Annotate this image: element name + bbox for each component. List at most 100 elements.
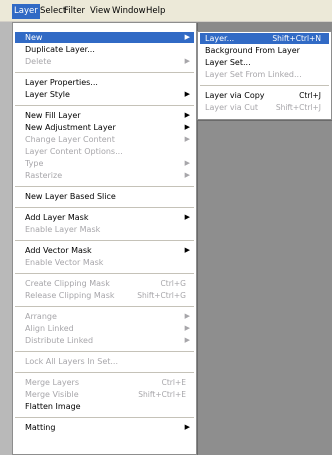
menu-item-new-fill-layer[interactable]: New Fill Layer ▶ xyxy=(15,110,194,121)
layer-menu: New ▶ Duplicate Layer... Delete ▶ Layer … xyxy=(12,22,197,455)
left-toolbar-strip xyxy=(0,22,12,455)
menu-layer[interactable]: Layer xyxy=(12,4,40,19)
menu-item-label: Create Clipping Mask xyxy=(25,279,110,288)
menu-separator xyxy=(15,351,194,352)
menu-item-matting[interactable]: Matting ▶ xyxy=(15,422,194,433)
menu-item-label: Align Linked xyxy=(25,324,74,333)
menu-item-change-layer-content[interactable]: Change Layer Content ▶ xyxy=(15,134,194,145)
shortcut-label: Ctrl+G xyxy=(160,279,186,288)
submenu-arrow-icon: ▶ xyxy=(184,312,190,320)
menu-item-label: Flatten Image xyxy=(25,402,81,411)
menu-item-flatten-image[interactable]: Flatten Image xyxy=(15,401,194,412)
menu-item-type[interactable]: Type ▶ xyxy=(15,158,194,169)
shortcut-label: Shift+Ctrl+N xyxy=(272,34,321,43)
submenu-arrow-icon: ▶ xyxy=(184,33,190,41)
menu-item-add-vector-mask[interactable]: Add Vector Mask ▶ xyxy=(15,245,194,256)
menu-item-release-clipping-mask[interactable]: Release Clipping Mask Shift+Ctrl+G xyxy=(15,290,194,301)
submenu-arrow-icon: ▶ xyxy=(184,336,190,344)
menu-item-arrange[interactable]: Arrange ▶ xyxy=(15,311,194,322)
menu-item-add-layer-mask[interactable]: Add Layer Mask ▶ xyxy=(15,212,194,223)
menu-item-label: Distribute Linked xyxy=(25,336,94,345)
menu-separator xyxy=(15,306,194,307)
menu-item-label: Lock All Layers In Set... xyxy=(25,357,118,366)
menu-item-duplicate-layer[interactable]: Duplicate Layer... xyxy=(15,44,194,55)
menu-select[interactable]: Select xyxy=(40,4,66,19)
menu-item-new[interactable]: New ▶ xyxy=(15,32,194,43)
menu-item-label: Add Vector Mask xyxy=(25,246,92,255)
menu-separator xyxy=(15,186,194,187)
menu-item-label: Layer Set... xyxy=(205,58,251,67)
menu-item-label: Background From Layer xyxy=(205,46,300,55)
menu-item-enable-layer-mask[interactable]: Enable Layer Mask xyxy=(15,224,194,235)
shortcut-label: Ctrl+E xyxy=(161,378,186,387)
new-submenu: Layer... Shift+Ctrl+N Background From La… xyxy=(197,31,332,120)
menu-item-new-layer-based-slice[interactable]: New Layer Based Slice xyxy=(15,191,194,202)
menu-item-label: Layer via Cut xyxy=(205,103,259,112)
menu-filter[interactable]: Filter xyxy=(64,4,85,19)
submenu-arrow-icon: ▶ xyxy=(184,111,190,119)
menu-bar: Layer Select Filter View Window Help xyxy=(0,0,332,22)
submenu-item-layer-via-cut[interactable]: Layer via Cut Shift+Ctrl+J xyxy=(200,102,329,113)
menu-item-delete[interactable]: Delete ▶ xyxy=(15,56,194,67)
menu-window[interactable]: Window xyxy=(112,4,146,19)
menu-item-layer-style[interactable]: Layer Style ▶ xyxy=(15,89,194,100)
workspace-background xyxy=(198,120,332,455)
menu-item-rasterize[interactable]: Rasterize ▶ xyxy=(15,170,194,181)
menu-item-distribute-linked[interactable]: Distribute Linked ▶ xyxy=(15,335,194,346)
menu-item-label: Layer Set From Linked... xyxy=(205,70,302,79)
menu-item-layer-properties[interactable]: Layer Properties... xyxy=(15,77,194,88)
submenu-arrow-icon: ▶ xyxy=(184,213,190,221)
menu-separator xyxy=(15,105,194,106)
menu-item-label: New xyxy=(25,33,43,42)
menu-item-merge-visible[interactable]: Merge Visible Shift+Ctrl+E xyxy=(15,389,194,400)
menu-separator xyxy=(15,72,194,73)
menu-item-lock-all-layers[interactable]: Lock All Layers In Set... xyxy=(15,356,194,367)
submenu-arrow-icon: ▶ xyxy=(184,423,190,431)
menu-item-label: Delete xyxy=(25,57,52,66)
submenu-arrow-icon: ▶ xyxy=(184,171,190,179)
submenu-arrow-icon: ▶ xyxy=(184,90,190,98)
menu-item-label: Matting xyxy=(25,423,56,432)
menu-separator xyxy=(15,207,194,208)
submenu-arrow-icon: ▶ xyxy=(184,246,190,254)
submenu-item-layer-set-from-linked[interactable]: Layer Set From Linked... xyxy=(200,69,329,80)
menu-separator xyxy=(15,273,194,274)
menu-item-label: Rasterize xyxy=(25,171,63,180)
menu-item-enable-vector-mask[interactable]: Enable Vector Mask xyxy=(15,257,194,268)
menu-item-label: Enable Layer Mask xyxy=(25,225,101,234)
submenu-item-background-from-layer[interactable]: Background From Layer xyxy=(200,45,329,56)
menu-item-label: New Adjustment Layer xyxy=(25,123,116,132)
menu-item-align-linked[interactable]: Align Linked ▶ xyxy=(15,323,194,334)
menu-item-label: Release Clipping Mask xyxy=(25,291,115,300)
submenu-arrow-icon: ▶ xyxy=(184,123,190,131)
menu-item-label: Layer... xyxy=(205,34,235,43)
menu-item-label: Type xyxy=(25,159,44,168)
submenu-item-layer-set[interactable]: Layer Set... xyxy=(200,57,329,68)
menu-item-create-clipping-mask[interactable]: Create Clipping Mask Ctrl+G xyxy=(15,278,194,289)
menu-item-label: Layer Content Options... xyxy=(25,147,123,156)
menu-item-label: Merge Layers xyxy=(25,378,79,387)
shortcut-label: Ctrl+J xyxy=(299,91,321,100)
menu-view[interactable]: View xyxy=(90,4,110,19)
menu-item-new-adjustment-layer[interactable]: New Adjustment Layer ▶ xyxy=(15,122,194,133)
submenu-item-layer[interactable]: Layer... Shift+Ctrl+N xyxy=(200,33,329,44)
shortcut-label: Shift+Ctrl+J xyxy=(275,103,321,112)
submenu-arrow-icon: ▶ xyxy=(184,324,190,332)
menu-item-label: New Layer Based Slice xyxy=(25,192,116,201)
submenu-item-layer-via-copy[interactable]: Layer via Copy Ctrl+J xyxy=(200,90,329,101)
menu-item-label: Merge Visible xyxy=(25,390,79,399)
menu-item-label: Duplicate Layer... xyxy=(25,45,95,54)
submenu-arrow-icon: ▶ xyxy=(184,135,190,143)
submenu-arrow-icon: ▶ xyxy=(184,57,190,65)
menu-item-label: New Fill Layer xyxy=(25,111,81,120)
menu-help[interactable]: Help xyxy=(146,4,165,19)
menu-item-label: Change Layer Content xyxy=(25,135,115,144)
menu-separator xyxy=(15,372,194,373)
shortcut-label: Shift+Ctrl+E xyxy=(138,390,186,399)
menu-item-merge-layers[interactable]: Merge Layers Ctrl+E xyxy=(15,377,194,388)
menu-item-label: Enable Vector Mask xyxy=(25,258,104,267)
menu-item-label: Layer via Copy xyxy=(205,91,265,100)
menu-separator xyxy=(15,417,194,418)
menu-item-layer-content-options[interactable]: Layer Content Options... xyxy=(15,146,194,157)
menu-separator xyxy=(15,240,194,241)
